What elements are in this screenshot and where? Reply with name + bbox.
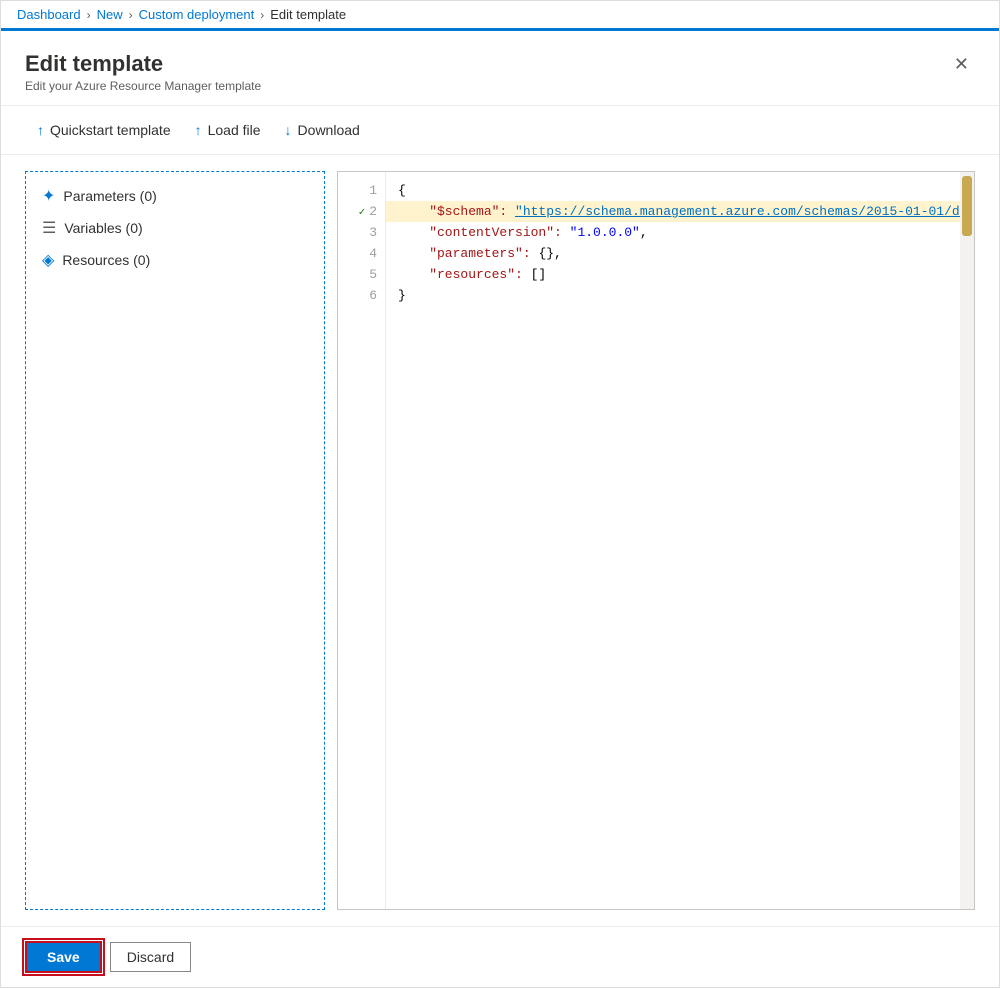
scrollbar-thumb[interactable] xyxy=(962,176,972,236)
check-icon: ✓ xyxy=(359,205,366,219)
line-num-2: ✓2 xyxy=(338,201,385,222)
schema-key: "$schema": xyxy=(398,201,515,222)
header-text: Edit template Edit your Azure Resource M… xyxy=(25,51,261,93)
page-title: Edit template xyxy=(25,51,261,77)
resources-value: [] xyxy=(531,264,547,285)
quickstart-label: Quickstart template xyxy=(50,122,171,138)
parameters-key: "parameters": xyxy=(398,243,538,264)
top-bar: Dashboard › New › Custom deployment › Ed… xyxy=(1,1,999,31)
load-file-icon: ↑ xyxy=(195,122,202,138)
breadcrumb-sep-1: › xyxy=(87,8,91,22)
close-button[interactable]: ✕ xyxy=(948,51,975,77)
tree-item-parameters[interactable]: ✦ Parameters (0) xyxy=(26,180,324,212)
footer: Save Discard xyxy=(1,926,999,987)
resources-key: "resources": xyxy=(398,264,531,285)
save-button[interactable]: Save xyxy=(25,941,102,973)
comma-3: , xyxy=(640,222,648,243)
code-line-6: } xyxy=(398,285,960,306)
comma-4: , xyxy=(554,243,562,264)
breadcrumb-new[interactable]: New xyxy=(97,7,123,22)
load-file-button[interactable]: ↑ Load file xyxy=(183,116,273,144)
line-num-1: 1 xyxy=(338,180,385,201)
content-version-value: "1.0.0.0" xyxy=(570,222,640,243)
download-icon: ↓ xyxy=(285,122,292,138)
body-area: ✦ Parameters (0) ☰ Variables (0) ◈ Resou… xyxy=(1,155,999,926)
code-line-3: "contentVersion": "1.0.0.0", xyxy=(398,222,960,243)
resources-label: Resources (0) xyxy=(62,252,150,268)
parameters-value: {} xyxy=(538,243,554,264)
breadcrumb-dashboard[interactable]: Dashboard xyxy=(17,7,81,22)
scrollbar-track[interactable] xyxy=(960,172,974,909)
page-subtitle: Edit your Azure Resource Manager templat… xyxy=(25,79,261,93)
discard-button[interactable]: Discard xyxy=(110,942,191,972)
code-content[interactable]: { "$schema": "https://schema.management.… xyxy=(386,172,960,909)
page-wrapper: Dashboard › New › Custom deployment › Ed… xyxy=(0,0,1000,988)
download-label: Download xyxy=(298,122,360,138)
breadcrumb: Dashboard › New › Custom deployment › Ed… xyxy=(17,7,346,22)
left-panel: ✦ Parameters (0) ☰ Variables (0) ◈ Resou… xyxy=(25,171,325,910)
breadcrumb-custom-deployment[interactable]: Custom deployment xyxy=(139,7,255,22)
code-line-2: "$schema": "https://schema.management.az… xyxy=(386,201,960,222)
code-editor[interactable]: 1 ✓2 3 4 5 6 { xyxy=(337,171,975,910)
line-num-3: 3 xyxy=(338,222,385,243)
download-button[interactable]: ↓ Download xyxy=(273,116,372,144)
header-section: Edit template Edit your Azure Resource M… xyxy=(1,31,999,106)
toolbar: ↑ Quickstart template ↑ Load file ↓ Down… xyxy=(1,106,999,155)
quickstart-icon: ↑ xyxy=(37,122,44,138)
code-line-4: "parameters": {}, xyxy=(398,243,960,264)
quickstart-template-button[interactable]: ↑ Quickstart template xyxy=(25,116,183,144)
content-version-key: "contentVersion": xyxy=(398,222,570,243)
variables-label: Variables (0) xyxy=(64,220,142,236)
line-num-6: 6 xyxy=(338,285,385,306)
breadcrumb-current: Edit template xyxy=(270,7,346,22)
variables-icon: ☰ xyxy=(42,218,56,238)
tree-item-variables[interactable]: ☰ Variables (0) xyxy=(26,212,324,244)
load-file-label: Load file xyxy=(208,122,261,138)
schema-url: "https://schema.management.azure.com/sch… xyxy=(515,201,960,222)
line-numbers: 1 ✓2 3 4 5 6 xyxy=(338,172,386,909)
brace-open: { xyxy=(398,180,406,201)
main-content: Edit template Edit your Azure Resource M… xyxy=(1,31,999,987)
code-line-1: { xyxy=(398,180,960,201)
brace-close: } xyxy=(398,285,406,306)
breadcrumb-sep-2: › xyxy=(129,8,133,22)
line-num-4: 4 xyxy=(338,243,385,264)
breadcrumb-sep-3: › xyxy=(260,8,264,22)
parameters-label: Parameters (0) xyxy=(63,188,156,204)
resources-icon: ◈ xyxy=(42,250,54,270)
line-num-5: 5 xyxy=(338,264,385,285)
code-line-5: "resources": [] xyxy=(398,264,960,285)
parameters-icon: ✦ xyxy=(42,186,55,206)
tree-item-resources[interactable]: ◈ Resources (0) xyxy=(26,244,324,276)
